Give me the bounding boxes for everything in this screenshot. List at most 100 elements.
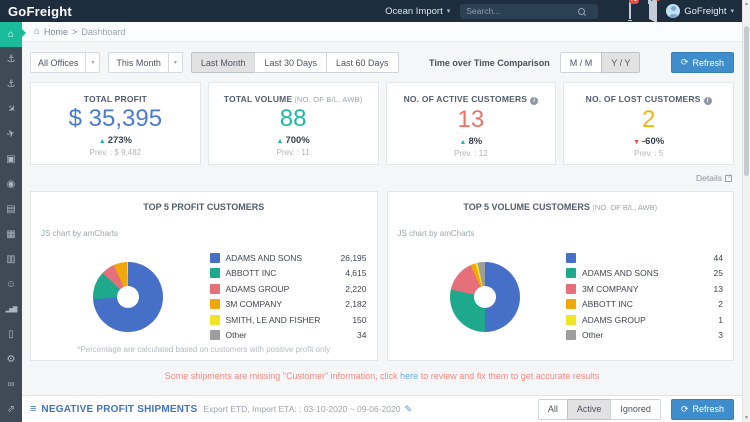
- app-logo[interactable]: GoFreight: [8, 4, 72, 19]
- bottom-refresh-button[interactable]: ⟳ Refresh: [670, 398, 734, 420]
- legend-swatch: [209, 299, 220, 310]
- info-icon[interactable]: i: [530, 97, 539, 105]
- kpi-previous-value: Prev. : 12: [454, 149, 488, 158]
- edit-pencil-icon[interactable]: ✎: [404, 404, 412, 415]
- yy-button[interactable]: Y / Y: [601, 52, 641, 73]
- refresh-button[interactable]: ⟳ Refresh: [670, 52, 734, 73]
- sidebar-item-sales[interactable]: ▥: [0, 247, 22, 272]
- legend-label: Other: [582, 330, 604, 341]
- legend-item[interactable]: SMITH, LE AND FISHER 150: [209, 312, 367, 328]
- scrollbar-thumb[interactable]: [744, 26, 749, 176]
- scroll-up-icon[interactable]: ▲: [743, 1, 750, 7]
- sidebar-item-misc-services[interactable]: ◉: [0, 172, 22, 197]
- filter-ignored-button[interactable]: Ignored: [610, 398, 661, 420]
- sidebar-item-integrations[interactable]: ∞: [0, 372, 22, 397]
- info-icon[interactable]: i: [703, 97, 712, 105]
- legend-label: ABBOTT INC: [225, 268, 277, 279]
- trend-up-icon: ▲: [98, 138, 106, 145]
- module-selector[interactable]: Ocean Import ▾: [385, 6, 450, 17]
- notifications-button[interactable]: 71: [628, 0, 640, 20]
- user-menu[interactable]: GoFreight ▾: [666, 4, 734, 18]
- amcharts-credit-link[interactable]: JS chart by amCharts: [41, 229, 118, 238]
- legend-label: SMITH, LE AND FISHER: [225, 314, 321, 325]
- filter-active-button[interactable]: Active: [566, 398, 612, 420]
- app-root: GoFreight Ocean Import ▾ 71 GoFreight ▾ …: [0, 0, 750, 422]
- legend-label: ADAMS GROUP: [582, 314, 646, 325]
- office-select[interactable]: All Offices ▾: [30, 52, 101, 73]
- trend-up-icon: ▲: [276, 138, 284, 145]
- sidebar-item-logout[interactable]: ⇗: [0, 397, 22, 422]
- chevron-down-icon: ▾: [446, 8, 451, 15]
- amcharts-credit-link[interactable]: JS chart by amCharts: [398, 229, 475, 238]
- fix-shipments-link[interactable]: here: [400, 371, 418, 381]
- time-comparison-group: Time over Time Comparison M / M Y / Y: [429, 52, 641, 73]
- ocean-export-icon: ⚓: [6, 79, 16, 90]
- refresh-button-label: Refresh: [692, 57, 724, 68]
- chevron-down-icon: ▾: [730, 8, 734, 15]
- legend-item[interactable]: Other 3: [566, 328, 723, 344]
- sidebar-item-air-export[interactable]: ✈: [0, 122, 22, 147]
- legend-label: ADAMS AND SONS: [582, 268, 659, 279]
- sidebar-item-contacts[interactable]: ☺: [0, 272, 22, 297]
- kpi-card-active-customers: NO. OF ACTIVE CUSTOMERS i 13 ▲ 8% Prev. : …: [385, 82, 557, 165]
- breadcrumb: ⌂ Home > Dashboard: [22, 22, 742, 42]
- sidebar-item-ocean-import[interactable]: ⚓: [0, 47, 22, 72]
- sidebar-item-settings[interactable]: ⚙: [0, 347, 22, 372]
- notification-badge: 71: [628, 0, 640, 4]
- legend-value: 13: [713, 283, 723, 294]
- mm-button[interactable]: M / M: [559, 52, 603, 73]
- charts-row: TOP 5 PROFIT CUSTOMERS JS chart by amCha…: [22, 186, 742, 361]
- search-input[interactable]: [466, 6, 579, 16]
- sidebar-item-home[interactable]: ⌂: [0, 22, 26, 47]
- settings-icon: ⚙: [6, 354, 16, 365]
- legend-label: Other: [225, 330, 247, 341]
- legend-swatch: [209, 268, 220, 279]
- legend-item[interactable]: 3M COMPANY 13: [566, 281, 723, 297]
- volume-donut-chart[interactable]: [449, 261, 520, 332]
- external-link-icon: [725, 173, 732, 182]
- last-60-days-button[interactable]: Last 60 Days: [325, 52, 399, 73]
- logout-icon: ⇗: [6, 404, 16, 415]
- trend-down-icon: ▼: [633, 139, 640, 146]
- legend-item[interactable]: Other 34: [209, 328, 367, 344]
- air-import-icon: ✈: [4, 102, 18, 117]
- breadcrumb-separator: >: [72, 26, 78, 37]
- reports-icon: ▂▅▇: [5, 307, 18, 313]
- scroll-down-icon[interactable]: ▼: [743, 415, 750, 421]
- chevron-down-icon: ▾: [167, 53, 182, 72]
- vertical-scrollbar[interactable]: ▲ ▼: [742, 0, 750, 422]
- last-30-days-button[interactable]: Last 30 Days: [254, 52, 327, 73]
- legend-value: 44: [713, 252, 723, 263]
- sidebar-item-accounting[interactable]: ▦: [0, 222, 22, 247]
- legend-item[interactable]: ABBOTT INC 2: [566, 297, 723, 313]
- period-select[interactable]: This Month ▾: [108, 52, 183, 73]
- sidebar-item-air-import[interactable]: ✈: [0, 97, 22, 122]
- profit-donut-chart[interactable]: [93, 261, 163, 332]
- legend-label: ADAMS AND SONS: [225, 252, 303, 263]
- details-link[interactable]: Details: [696, 173, 732, 183]
- announcements-button[interactable]: [649, 0, 661, 23]
- legend-item[interactable]: ADAMS GROUP 2,220: [209, 281, 367, 297]
- legend-item[interactable]: ADAMS AND SONS 25: [566, 266, 723, 282]
- legend-item[interactable]: 3M COMPANY 2,182: [209, 297, 367, 313]
- kpi-value: 13: [457, 106, 485, 133]
- home-icon[interactable]: ⌂: [34, 26, 40, 37]
- sidebar-item-documents[interactable]: ▯: [0, 322, 22, 347]
- chart-title: TOP 5 VOLUME CUSTOMERS (NO. OF B/L, AWB): [463, 202, 658, 212]
- breadcrumb-home[interactable]: Home: [44, 27, 68, 37]
- kpi-previous-value: Prev. : 11: [276, 148, 310, 157]
- legend-item[interactable]: ABBOTT INC 4,615: [209, 266, 367, 282]
- sidebar-item-ocean-export[interactable]: ⚓: [0, 72, 22, 97]
- sidebar-item-trucking[interactable]: ▣: [0, 147, 22, 172]
- sidebar-item-reports[interactable]: ▂▅▇: [0, 297, 22, 322]
- legend-value: 2: [718, 299, 723, 310]
- search-icon[interactable]: [578, 7, 586, 15]
- global-search[interactable]: [460, 3, 599, 19]
- legend-item[interactable]: ADAMS AND SONS 26,195: [209, 250, 367, 266]
- sidebar-item-warehouse[interactable]: ▤: [0, 197, 22, 222]
- kpi-title: TOTAL VOLUME (NO. OF B/L, AWB): [223, 94, 363, 104]
- legend-item[interactable]: ADAMS GROUP 1: [566, 312, 723, 328]
- last-month-button[interactable]: Last Month: [190, 52, 256, 73]
- filter-all-button[interactable]: All: [537, 398, 568, 420]
- legend-item[interactable]: 44: [566, 250, 723, 266]
